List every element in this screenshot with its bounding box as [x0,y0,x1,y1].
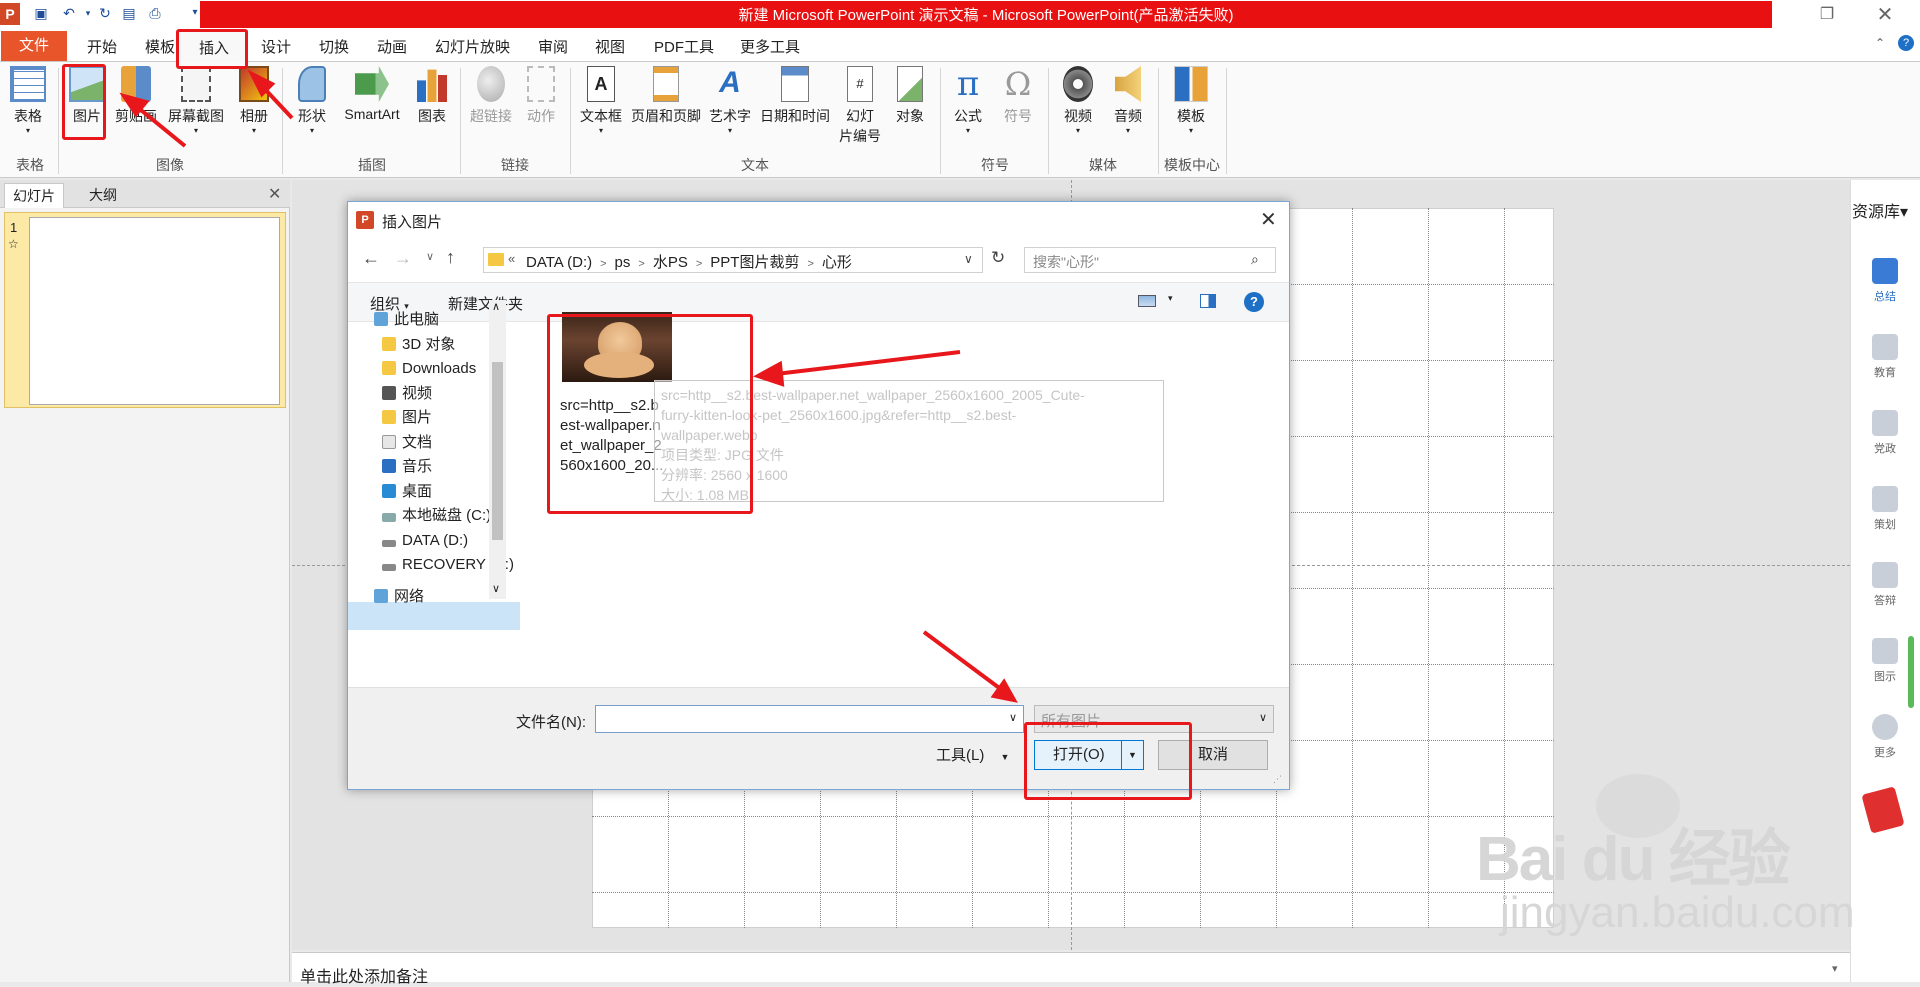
baidu-paw-icon [1596,774,1680,838]
baidu-watermark-url: jingyan.baidu.com [1500,888,1855,937]
